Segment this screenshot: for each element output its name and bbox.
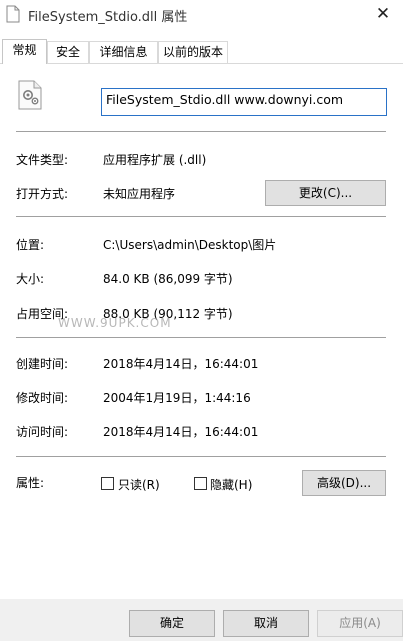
ok-button[interactable]: 确定 — [129, 610, 215, 637]
tab-general[interactable]: 常规 — [2, 39, 47, 64]
location-label: 位置: — [16, 238, 45, 252]
file-type-label: 文件类型: — [16, 153, 69, 167]
separator — [16, 131, 386, 132]
tab-security[interactable]: 安全 — [47, 41, 89, 63]
attributes-label: 属性: — [16, 476, 45, 490]
size-value: 84.0 KB (86,099 字节) — [103, 272, 233, 286]
tab-details[interactable]: 详细信息 — [89, 41, 158, 63]
hidden-checkbox-label[interactable]: 隐藏(H) — [210, 476, 252, 493]
cancel-button[interactable]: 取消 — [223, 610, 309, 637]
title-bar: FileSystem_Stdio.dll 属性 ✕ — [0, 0, 403, 31]
modified-value: 2004年1月19日，1:44:16 — [103, 391, 251, 405]
created-value: 2018年4月14日，16:44:01 — [103, 357, 259, 371]
location-value: C:\Users\admin\Desktop\图片 — [103, 238, 277, 252]
modified-label: 修改时间: — [16, 391, 69, 405]
opens-with-value: 未知应用程序 — [103, 187, 176, 201]
file-type-value: 应用程序扩展 (.dll) — [103, 153, 207, 167]
accessed-label: 访问时间: — [16, 425, 69, 439]
readonly-checkbox[interactable] — [101, 477, 114, 490]
tab-strip: 常规 安全 详细信息 以前的版本 — [0, 39, 403, 64]
separator — [16, 216, 386, 217]
opens-with-label: 打开方式: — [16, 187, 69, 201]
window-title: FileSystem_Stdio.dll 属性 — [28, 10, 188, 25]
change-button[interactable]: 更改(C)... — [265, 180, 386, 206]
tab-previous-versions[interactable]: 以前的版本 — [158, 41, 228, 63]
close-icon[interactable]: ✕ — [363, 0, 403, 31]
separator — [16, 337, 386, 338]
accessed-value: 2018年4月14日，16:44:01 — [103, 425, 259, 439]
dll-file-icon — [18, 80, 42, 113]
separator — [16, 456, 386, 457]
general-panel — [0, 63, 403, 599]
apply-button[interactable]: 应用(A) — [317, 610, 403, 637]
readonly-checkbox-label[interactable]: 只读(R) — [118, 476, 160, 493]
file-name-field[interactable]: FileSystem_Stdio.dll www.downyi.com — [101, 88, 387, 116]
document-icon — [6, 5, 20, 26]
watermark: WWW.9UPK.COM — [58, 316, 172, 330]
hidden-checkbox[interactable] — [194, 477, 207, 490]
size-label: 大小: — [16, 272, 45, 286]
created-label: 创建时间: — [16, 357, 69, 371]
advanced-button[interactable]: 高级(D)... — [302, 470, 386, 496]
